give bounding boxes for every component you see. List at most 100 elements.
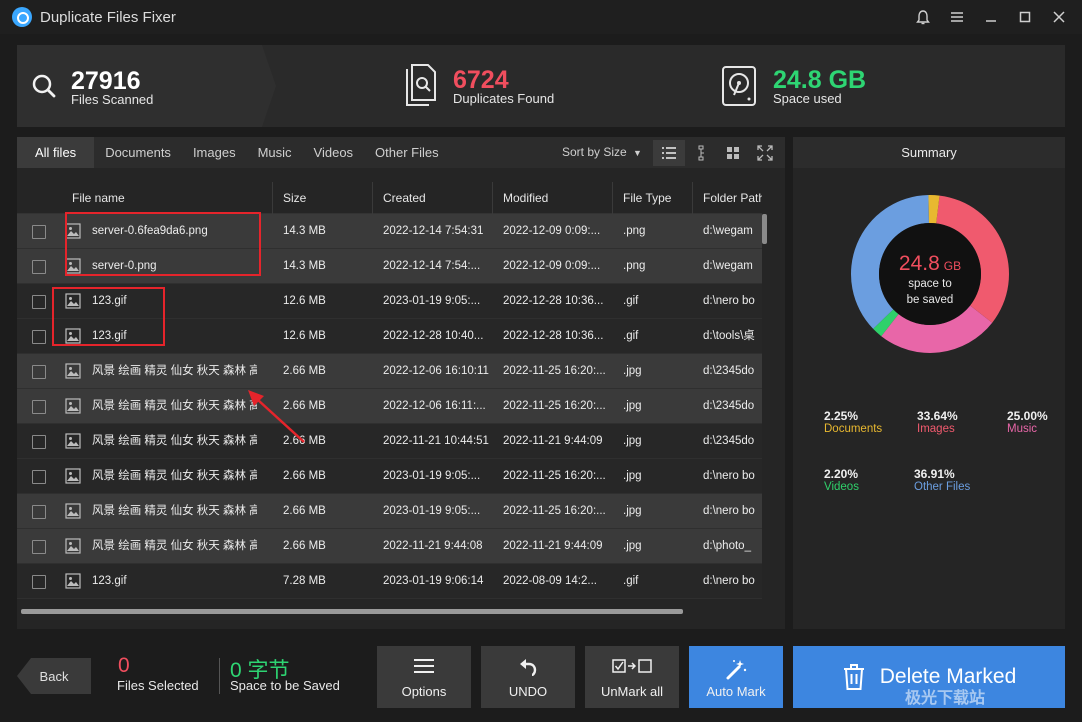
column-modified[interactable]: Modified bbox=[492, 182, 612, 214]
file-type-cell: .jpg bbox=[623, 435, 642, 447]
undo-label: UNDO bbox=[508, 684, 548, 699]
image-file-icon bbox=[65, 573, 81, 589]
size-cell: 2.66 MB bbox=[283, 470, 326, 482]
image-file-icon bbox=[65, 363, 81, 379]
size-cell: 2.66 MB bbox=[283, 540, 326, 552]
legend-music: 25.00% Music bbox=[1007, 409, 1048, 435]
created-cell: 2023-01-19 9:05:... bbox=[383, 470, 481, 482]
horizontal-scrollbar[interactable] bbox=[21, 609, 683, 614]
folder-path-cell: d:\nero bo bbox=[703, 295, 755, 307]
column-created[interactable]: Created bbox=[372, 182, 492, 214]
tab-videos[interactable]: Videos bbox=[303, 137, 365, 168]
table-row[interactable]: 风景 绘画 精灵 仙女 秋天 森林 高... 2.66 MB 2022-12-06 … bbox=[17, 354, 762, 389]
tab-all-files[interactable]: All files bbox=[17, 137, 95, 168]
legend-documents-pct: 2.25% bbox=[824, 409, 859, 423]
back-button[interactable]: Back bbox=[17, 658, 91, 694]
expand-icon[interactable] bbox=[749, 140, 781, 166]
folder-path-cell: d:\2345do bbox=[703, 400, 755, 412]
files-selected-label: Files Selected bbox=[117, 678, 199, 693]
image-file-icon bbox=[65, 398, 81, 414]
legend-music-name: Music bbox=[1007, 423, 1038, 435]
column-size[interactable]: Size bbox=[272, 182, 372, 214]
donut-center-line2: be saved bbox=[907, 294, 954, 306]
legend-images: 33.64% Images bbox=[917, 409, 958, 435]
table-row[interactable]: 123.gif 7.28 MB 2023-01-19 9:06:14 2022-08-… bbox=[17, 564, 762, 599]
column-folder-path[interactable]: Folder Path bbox=[692, 182, 762, 214]
size-cell: 14.3 MB bbox=[283, 225, 326, 237]
files-selected-value: 0 bbox=[118, 654, 130, 677]
duplicate-documents-icon bbox=[406, 64, 436, 106]
sort-dropdown[interactable]: Sort by Size ▼ bbox=[562, 145, 642, 159]
unmark-all-button[interactable]: UnMark all bbox=[585, 646, 679, 708]
table-row[interactable]: 风景 绘画 精灵 仙女 秋天 森林 高... 2.66 MB 2022-11-21 … bbox=[17, 529, 762, 564]
title-bar: Duplicate Files Fixer bbox=[0, 0, 1082, 34]
row-checkbox[interactable] bbox=[32, 435, 46, 449]
folder-path-cell: d:\photo_ bbox=[703, 540, 751, 552]
legend-videos: 2.20% Videos bbox=[824, 467, 859, 493]
minimize-icon[interactable] bbox=[976, 2, 1006, 32]
modified-cell: 2022-11-25 16:20:... bbox=[503, 470, 606, 482]
vertical-scrollbar-thumb[interactable] bbox=[762, 214, 767, 244]
tab-images[interactable]: Images bbox=[182, 137, 247, 168]
tab-documents[interactable]: Documents bbox=[94, 137, 182, 168]
table-row[interactable]: 风景 绘画 精灵 仙女 秋天 森林 高... 2.66 MB 2022-12-06 … bbox=[17, 389, 762, 424]
auto-mark-label: Auto Mark bbox=[706, 684, 766, 699]
summary-title: Summary bbox=[793, 137, 1065, 168]
column-file-name[interactable]: File name bbox=[62, 182, 125, 214]
table-row[interactable]: 风景 绘画 精灵 仙女 秋天 森林 高... 2.66 MB 2023-01-19 … bbox=[17, 494, 762, 529]
file-type-cell: .png bbox=[623, 260, 646, 272]
file-list-panel: All files Documents Images Music Videos … bbox=[17, 137, 785, 629]
created-cell: 2022-12-14 7:54:31 bbox=[383, 225, 484, 237]
annotation-box-png-pair bbox=[65, 212, 261, 276]
table-row[interactable]: 风景 绘画 精灵 仙女 秋天 森林 高... 2.66 MB 2022-11-21 … bbox=[17, 424, 762, 459]
undo-button[interactable]: UNDO bbox=[481, 646, 575, 708]
bell-icon[interactable] bbox=[908, 2, 938, 32]
created-cell: 2022-12-06 16:10:11 bbox=[383, 365, 489, 377]
summary-panel: Summary 24.8 GB space to be saved 2.25% D… bbox=[793, 137, 1065, 629]
modified-cell: 2022-11-25 16:20:... bbox=[503, 400, 606, 412]
file-name-cell: 风景 绘画 精灵 仙女 秋天 森林 高... bbox=[92, 540, 257, 552]
row-checkbox[interactable] bbox=[32, 330, 46, 344]
row-checkbox[interactable] bbox=[32, 225, 46, 239]
row-checkbox[interactable] bbox=[32, 400, 46, 414]
menu-icon[interactable] bbox=[942, 2, 972, 32]
vertical-scrollbar[interactable] bbox=[762, 214, 768, 606]
watermark: 极光下载站 bbox=[905, 690, 986, 707]
tree-view-icon[interactable] bbox=[685, 140, 717, 166]
folder-path-cell: d:\nero bo bbox=[703, 505, 755, 517]
row-checkbox[interactable] bbox=[32, 295, 46, 309]
legend-documents-name: Documents bbox=[824, 423, 883, 435]
auto-mark-button[interactable]: Auto Mark bbox=[689, 646, 783, 708]
table-row[interactable]: 风景 绘画 精灵 仙女 秋天 森林 高... 2.66 MB 2023-01-19 … bbox=[17, 459, 762, 494]
modified-cell: 2022-11-21 9:44:09 bbox=[503, 435, 603, 447]
grid-view-icon[interactable] bbox=[717, 140, 749, 166]
search-icon bbox=[32, 74, 56, 98]
legend-music-pct: 25.00% bbox=[1007, 409, 1048, 423]
modified-cell: 2022-08-09 14:2... bbox=[503, 575, 597, 587]
trash-icon bbox=[843, 664, 864, 690]
file-type-cell: .gif bbox=[623, 295, 639, 307]
row-checkbox[interactable] bbox=[32, 505, 46, 519]
column-file-type[interactable]: File Type bbox=[612, 182, 692, 214]
legend-other-files: 36.91% Other Files bbox=[914, 467, 970, 493]
sort-dropdown-label: Sort by Size bbox=[562, 145, 627, 159]
tab-other-files[interactable]: Other Files bbox=[364, 137, 450, 168]
maximize-icon[interactable] bbox=[1010, 2, 1040, 32]
modified-cell: 2022-12-09 0:09:... bbox=[503, 225, 601, 237]
file-type-cell: .jpg bbox=[623, 365, 642, 377]
row-checkbox[interactable] bbox=[32, 365, 46, 379]
row-checkbox[interactable] bbox=[32, 260, 46, 274]
tab-music[interactable]: Music bbox=[247, 137, 303, 168]
unmark-all-icon bbox=[612, 659, 652, 673]
options-button[interactable]: Options bbox=[377, 646, 471, 708]
files-scanned-label: Files Scanned bbox=[71, 92, 154, 107]
row-checkbox[interactable] bbox=[32, 575, 46, 589]
row-checkbox[interactable] bbox=[32, 470, 46, 484]
close-icon[interactable] bbox=[1044, 2, 1074, 32]
row-checkbox[interactable] bbox=[32, 540, 46, 554]
legend-documents: 2.25% Documents bbox=[824, 409, 882, 435]
file-type-cell: .jpg bbox=[623, 540, 642, 552]
file-name-cell: 风景 绘画 精灵 仙女 秋天 森林 高... bbox=[92, 400, 257, 412]
list-view-icon[interactable] bbox=[653, 140, 685, 166]
created-cell: 2023-01-19 9:05:... bbox=[383, 295, 481, 307]
